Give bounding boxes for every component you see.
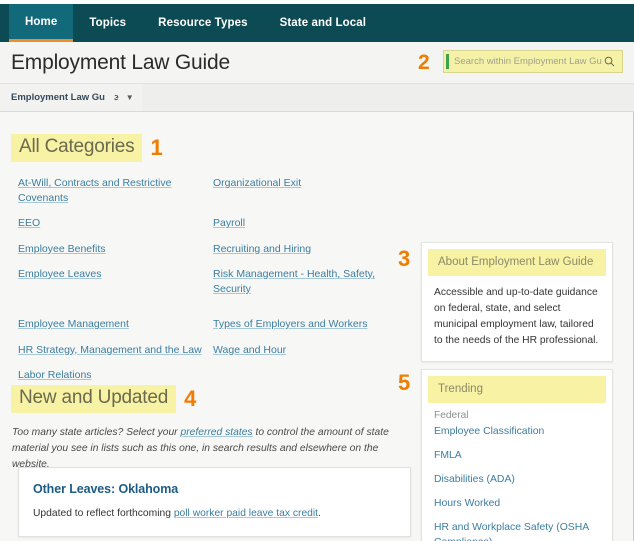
nav-item-resource-types-label: Resource Types (158, 17, 248, 29)
trending-link[interactable]: Hours Worked (434, 496, 600, 511)
main-content: All Categories 1 At-Will, Contracts and … (0, 112, 634, 541)
category-link[interactable]: Employee Leaves (18, 267, 213, 282)
poll-worker-tax-credit-link[interactable]: poll worker paid leave tax credit (174, 508, 318, 519)
all-categories-heading: All Categories (11, 134, 143, 162)
trending-group-label-federal: Federal (434, 409, 469, 421)
article-desc-after: . (318, 508, 321, 519)
nav-item-home-label: Home (25, 15, 58, 28)
search-icon[interactable] (604, 56, 615, 67)
nav-item-topics-label: Topics (89, 17, 127, 29)
search-input[interactable] (449, 55, 604, 68)
new-and-updated-heading-row: New and Updated 4 (11, 385, 196, 413)
category-link[interactable]: Employee Management (18, 317, 213, 332)
trending-link[interactable]: FMLA (434, 448, 600, 463)
nav-item-resource-types[interactable]: Resource Types (142, 4, 263, 42)
category-link[interactable]: Recruiting and Hiring (213, 242, 403, 257)
article-card[interactable]: Other Leaves: Oklahoma Updated to reflec… (18, 467, 411, 537)
breadcrumb-label: Employment Law Guide (11, 92, 119, 103)
page-root: Home Topics Resource Types State and Loc… (0, 0, 634, 541)
trending-link[interactable]: Disabilities (ADA) (434, 472, 600, 487)
annotation-marker-2: 2 (418, 51, 430, 74)
trending-list: Federal Employee Classification FMLA Dis… (422, 403, 612, 541)
all-categories-section: All Categories 1 (11, 134, 163, 162)
search-box[interactable] (443, 50, 623, 73)
about-card: About Employment Law Guide Accessible an… (421, 242, 613, 362)
trending-link[interactable]: Employee Classification (434, 424, 600, 439)
category-link[interactable]: Employee Benefits (18, 242, 213, 257)
trending-card: Trending Federal Employee Classification… (421, 369, 613, 541)
category-link[interactable]: Organizational Exit (213, 176, 403, 191)
nav-left-edge (0, 4, 9, 42)
category-link[interactable]: Risk Management - Health, Safety, Securi… (213, 267, 403, 297)
about-card-title: About Employment Law Guide (428, 249, 606, 276)
category-link[interactable]: At-Will, Contracts and Restrictive Coven… (18, 176, 213, 206)
nav-item-state-and-local-label: State and Local (279, 17, 367, 29)
new-and-updated-section: New and Updated 4 (11, 385, 196, 413)
breadcrumb-bar: Employment Law Guide ▼ (0, 84, 634, 112)
annotation-marker-1: 1 (150, 134, 163, 160)
preferred-states-link[interactable]: preferred states (180, 427, 252, 438)
trending-card-title: Trending (428, 376, 606, 403)
article-description: Updated to reflect forthcoming poll work… (33, 507, 396, 521)
article-title-link[interactable]: Other Leaves: Oklahoma (33, 482, 178, 496)
primary-navbar: Home Topics Resource Types State and Loc… (0, 4, 634, 42)
annotation-marker-5: 5 (398, 370, 411, 395)
all-categories-heading-row: All Categories 1 (11, 134, 163, 162)
nav-item-home[interactable]: Home (9, 4, 74, 42)
annotation-marker-3: 3 (398, 246, 411, 271)
breadcrumb-item-employment-law-guide[interactable]: Employment Law Guide ▼ (0, 84, 142, 111)
category-link[interactable]: Types of Employers and Workers (213, 317, 403, 332)
note-text-before: Too many state articles? Select your (12, 427, 181, 438)
trending-link[interactable]: HR and Workplace Safety (OSHA Compliance… (434, 520, 600, 541)
category-link[interactable]: HR Strategy, Management and the Law (18, 343, 213, 358)
article-desc-before: Updated to reflect forthcoming (33, 508, 174, 519)
preferred-states-note: Too many state articles? Select your pre… (12, 425, 412, 473)
annotation-marker-4: 4 (184, 385, 197, 411)
nav-item-topics[interactable]: Topics (73, 4, 142, 42)
category-link[interactable]: EEO (18, 216, 213, 231)
nav-item-state-and-local[interactable]: State and Local (264, 4, 383, 42)
category-link[interactable]: Wage and Hour (213, 343, 403, 358)
category-link-grid: At-Will, Contracts and Restrictive Coven… (18, 176, 403, 383)
chevron-down-icon[interactable]: ▼ (126, 93, 134, 102)
new-and-updated-heading: New and Updated (11, 385, 177, 413)
breadcrumb-arrow (105, 84, 116, 110)
nav-items: Home Topics Resource Types State and Loc… (9, 4, 382, 42)
about-card-body: Accessible and up-to-date guidance on fe… (434, 286, 599, 346)
page-title: Employment Law Guide (11, 51, 230, 74)
category-link[interactable]: Payroll (213, 216, 403, 231)
category-link[interactable]: Labor Relations (18, 368, 213, 383)
